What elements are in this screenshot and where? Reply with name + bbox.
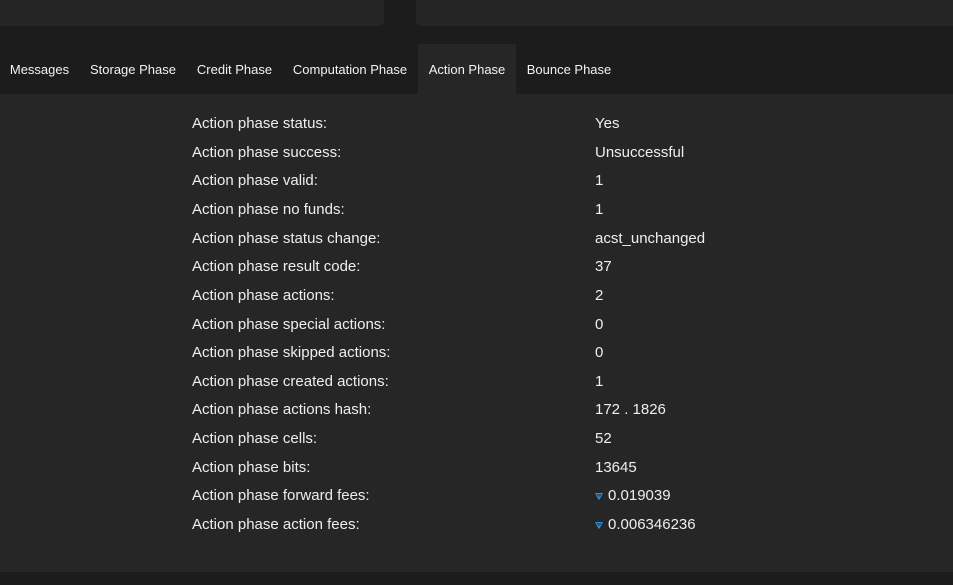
ton-currency-icon — [595, 522, 603, 529]
row-value: 0 — [595, 343, 604, 361]
bottom-strip — [0, 572, 953, 585]
row-value: acst_unchanged — [595, 229, 706, 247]
row-value: 0.019039 — [595, 487, 671, 504]
fee-amount: 0.006346236 — [608, 515, 696, 533]
tab-messages[interactable]: Messages — [0, 44, 79, 94]
row-value: 0.006346236 — [595, 516, 696, 533]
ton-currency-icon — [595, 493, 603, 500]
tab-bounce-phase[interactable]: Bounce Phase — [516, 44, 622, 94]
row-action-phase-cells: Action phase cells: 52 — [192, 427, 912, 449]
row-action-phase-skipped-actions: Action phase skipped actions: 0 — [192, 341, 912, 363]
row-label: Action phase bits: — [192, 458, 311, 476]
row-value: Yes — [595, 114, 620, 132]
row-label: Action phase actions: — [192, 286, 335, 304]
row-value: 52 — [595, 429, 612, 447]
row-label: Action phase no funds: — [192, 200, 345, 218]
row-value: 1 — [595, 200, 604, 218]
row-action-phase-status-change: Action phase status change: acst_unchang… — [192, 227, 912, 249]
row-label: Action phase created actions: — [192, 372, 389, 390]
row-label: Action phase skipped actions: — [192, 343, 391, 361]
row-value: 13645 — [595, 458, 637, 476]
row-action-phase-actions: Action phase actions: 2 — [192, 284, 912, 306]
row-label: Action phase special actions: — [192, 315, 386, 333]
row-action-phase-action-fees: Action phase action fees: 0.006346236 — [192, 513, 912, 535]
fee-amount: 0.019039 — [608, 486, 671, 504]
row-action-phase-result-code: Action phase result code: 37 — [192, 255, 912, 277]
row-value: 1 — [595, 372, 604, 390]
tab-action-phase[interactable]: Action Phase — [418, 44, 516, 94]
top-strip — [0, 0, 953, 44]
row-value: 37 — [595, 257, 612, 275]
tab-computation-phase[interactable]: Computation Phase — [282, 44, 418, 94]
row-action-phase-bits: Action phase bits: 13645 — [192, 456, 912, 478]
row-action-phase-special-actions: Action phase special actions: 0 — [192, 313, 912, 335]
row-action-phase-valid: Action phase valid: 1 — [192, 169, 912, 191]
row-label: Action phase cells: — [192, 429, 318, 447]
row-value: 0 — [595, 315, 604, 333]
row-label: Action phase result code: — [192, 257, 361, 275]
row-label: Action phase status change: — [192, 229, 381, 247]
row-action-phase-no-funds: Action phase no funds: 1 — [192, 198, 912, 220]
action-phase-panel: Action phase status: Yes Action phase su… — [0, 94, 953, 572]
row-value: 1 — [595, 171, 604, 189]
row-action-phase-created-actions: Action phase created actions: 1 — [192, 370, 912, 392]
top-card-right — [416, 0, 953, 26]
row-action-phase-success: Action phase success: Unsuccessful — [192, 141, 912, 163]
row-label: Action phase status: — [192, 114, 328, 132]
row-label: Action phase action fees: — [192, 515, 360, 533]
row-label: Action phase valid: — [192, 171, 318, 189]
row-value: Unsuccessful — [595, 143, 685, 161]
row-value: 172 . 1826 — [595, 400, 666, 418]
tab-storage-phase[interactable]: Storage Phase — [79, 44, 187, 94]
row-value: 2 — [595, 286, 604, 304]
row-action-phase-forward-fees: Action phase forward fees: 0.019039 — [192, 484, 912, 506]
phase-tab-bar: Messages Storage Phase Credit Phase Comp… — [0, 44, 953, 94]
row-action-phase-status: Action phase status: Yes — [192, 112, 912, 134]
row-label: Action phase forward fees: — [192, 486, 370, 504]
top-card-left — [0, 0, 384, 26]
row-action-phase-actions-hash: Action phase actions hash: 172 . 1826 — [192, 398, 912, 420]
row-label: Action phase actions hash: — [192, 400, 372, 418]
row-label: Action phase success: — [192, 143, 342, 161]
tab-credit-phase[interactable]: Credit Phase — [187, 44, 282, 94]
